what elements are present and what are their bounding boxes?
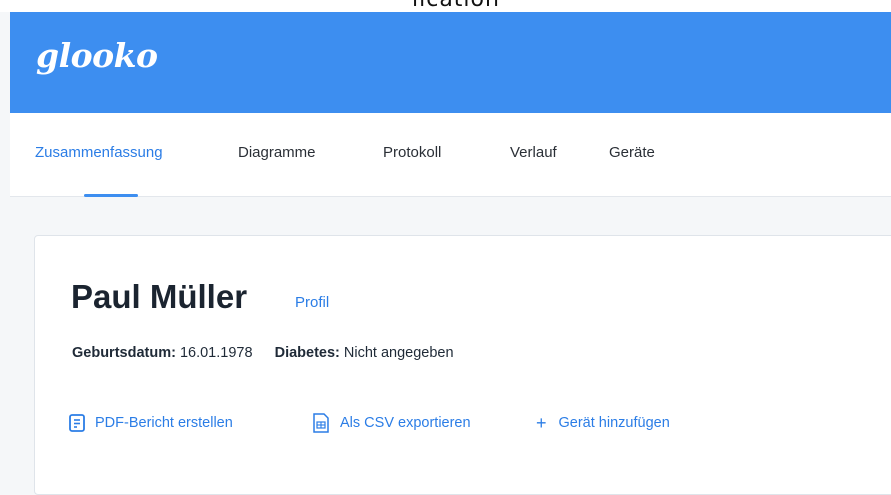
tab-verlauf[interactable]: Verlauf	[510, 144, 557, 161]
add-device-label: Gerät hinzufügen	[558, 415, 670, 431]
tab-geraete[interactable]: Geräte	[609, 144, 655, 161]
table-file-icon	[312, 413, 330, 433]
window-top-strip: lication	[0, 0, 891, 12]
glooko-logo[interactable]: glooko	[36, 36, 158, 75]
patient-meta: Geburtsdatum: 16.01.1978 Diabetes: Nicht…	[72, 345, 454, 361]
birthdate-value: 16.01.1978	[179, 345, 253, 361]
tab-protokoll[interactable]: Protokoll	[383, 144, 441, 161]
diabetes-label: Diabetes:	[274, 345, 340, 361]
app-header: glooko	[10, 12, 891, 113]
plus-icon: +	[536, 413, 547, 433]
birthdate-label: Geburtsdatum:	[72, 345, 176, 361]
patient-summary-card: Paul Müller Profil Geburtsdatum: 16.01.1…	[34, 235, 891, 495]
active-tab-indicator	[84, 194, 138, 197]
pdf-report-label: PDF-Bericht erstellen	[95, 415, 233, 431]
document-icon	[69, 414, 85, 432]
csv-export-button[interactable]: Als CSV exportieren	[312, 412, 471, 434]
window-title-fragment: lication	[412, 0, 500, 12]
profile-link[interactable]: Profil	[295, 294, 329, 311]
tab-diagramme[interactable]: Diagramme	[238, 144, 316, 161]
csv-export-label: Als CSV exportieren	[340, 415, 471, 431]
pdf-report-button[interactable]: PDF-Bericht erstellen	[69, 412, 233, 434]
diabetes-value: Nicht angegeben	[343, 345, 454, 361]
tab-navigation: Zusammenfassung Diagramme Protokoll Verl…	[10, 113, 891, 197]
tab-zusammenfassung[interactable]: Zusammenfassung	[35, 144, 163, 161]
add-device-button[interactable]: + Gerät hinzufügen	[536, 412, 670, 434]
patient-name: Paul Müller	[71, 278, 248, 315]
